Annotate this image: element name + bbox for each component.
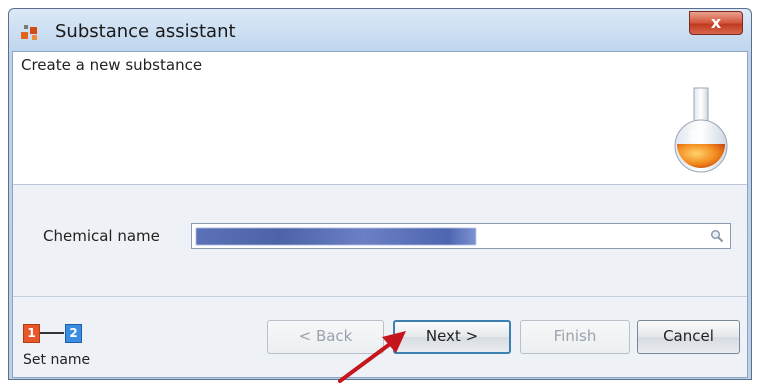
search-icon[interactable] <box>710 229 724 243</box>
app-icon <box>21 25 37 40</box>
chemical-name-value-redacted <box>196 228 476 245</box>
wizard-header: Create a new substance <box>13 52 747 185</box>
flask-icon <box>674 87 728 173</box>
close-button[interactable]: x <box>689 11 743 35</box>
wizard-content: Chemical name <box>13 185 747 295</box>
current-step-caption: Set name <box>23 352 91 368</box>
chemical-name-field[interactable] <box>191 223 731 249</box>
chemical-name-label: Chemical name <box>43 227 160 245</box>
close-icon: x <box>710 13 722 32</box>
annotation-arrow <box>338 331 406 383</box>
wizard-header-title: Create a new substance <box>21 56 203 74</box>
cancel-button[interactable]: Cancel <box>637 320 740 354</box>
step-2-badge: 2 <box>65 324 82 343</box>
footer-divider <box>13 296 747 297</box>
window-title: Substance assistant <box>55 21 236 42</box>
finish-button[interactable]: Finish <box>520 320 630 354</box>
step-1-badge: 1 <box>23 324 40 343</box>
title-bar[interactable]: Substance assistant x <box>9 9 751 51</box>
step-connector <box>40 332 64 334</box>
